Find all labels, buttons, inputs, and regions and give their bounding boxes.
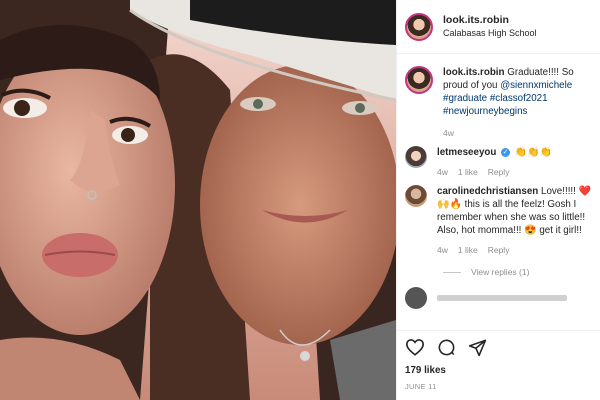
commenter-avatar[interactable]: [405, 146, 427, 168]
comment-likes[interactable]: 1 like: [458, 167, 478, 177]
comment-item-partial: [405, 287, 600, 309]
comment-time[interactable]: 4w: [437, 245, 448, 255]
reply-button[interactable]: Reply: [488, 245, 510, 255]
replies-divider: [443, 271, 461, 273]
post-photo[interactable]: [0, 0, 396, 400]
share-icon[interactable]: [468, 338, 487, 357]
comment-item: letmeseeyou ✓ 👏👏👏 4w 1 like Reply: [397, 138, 600, 177]
comment-item: carolinedchristiansen Love!!!!! ❤️🙌🔥 thi…: [397, 177, 600, 255]
comment-emoji-b: 😍: [524, 225, 537, 236]
comment-text-start: Love!!!!!: [541, 186, 576, 197]
post-location[interactable]: Calabasas High School: [443, 27, 537, 40]
comment-time[interactable]: 4w: [437, 167, 448, 177]
verified-badge-icon: ✓: [501, 147, 511, 157]
caption-avatar[interactable]: [405, 66, 433, 94]
comment-likes[interactable]: 1 like: [458, 245, 478, 255]
view-replies-label: View replies (1): [471, 267, 530, 277]
comment-list[interactable]: look.its.robin Graduate!!!! So proud of …: [397, 58, 600, 330]
commenter-avatar[interactable]: [405, 185, 427, 207]
like-count[interactable]: 179 likes: [405, 365, 593, 376]
comment-username[interactable]: letmeseeyou: [437, 147, 496, 158]
comment-text-partial: [437, 295, 567, 301]
comment-username[interactable]: carolinedchristiansen: [437, 186, 538, 197]
comment-text-end: get it girl!!: [539, 225, 582, 236]
author-avatar[interactable]: [405, 12, 433, 41]
caption-mention[interactable]: @siennxmichele: [500, 80, 572, 91]
author-username[interactable]: look.its.robin: [443, 14, 537, 27]
comment-text: 👏👏👏: [514, 147, 553, 158]
view-replies-button[interactable]: View replies (1): [443, 267, 600, 277]
reply-button[interactable]: Reply: [488, 167, 510, 177]
post-date: JUNE 11: [405, 382, 437, 391]
post-header: look.its.robin Calabasas High School: [397, 0, 600, 54]
caption-hashtags[interactable]: #graduate #classof2021 #newjourneybegins: [443, 93, 548, 117]
post-sidebar: look.its.robin Calabasas High School loo…: [396, 0, 600, 400]
selfie-image: [0, 0, 396, 400]
commenter-avatar[interactable]: [405, 287, 427, 309]
caption-time[interactable]: 4w: [443, 128, 454, 138]
caption: look.its.robin Graduate!!!! So proud of …: [397, 58, 600, 138]
caption-username[interactable]: look.its.robin: [443, 67, 505, 78]
heart-icon[interactable]: [405, 338, 425, 356]
post-actions: 179 likes JUNE 11: [397, 330, 600, 391]
comment-icon[interactable]: [437, 338, 456, 357]
